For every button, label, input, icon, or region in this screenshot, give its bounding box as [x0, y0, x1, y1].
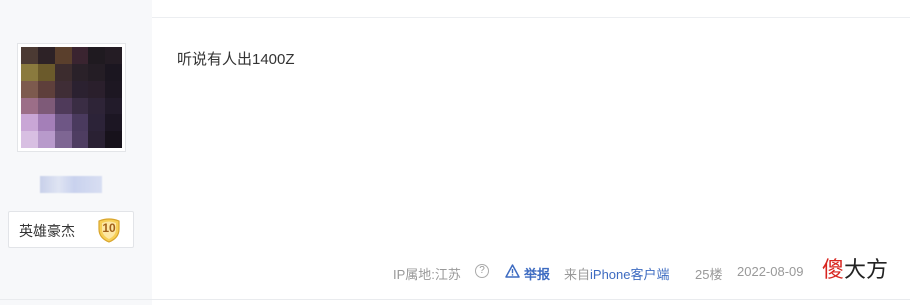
- watermark-part1: 傻: [822, 258, 845, 283]
- avatar-pixel: [71, 131, 89, 148]
- avatar-pixel: [105, 131, 122, 148]
- user-title-badge[interactable]: 英雄豪杰 10: [8, 211, 134, 248]
- avatar-pixel: [54, 63, 72, 81]
- divider-bottom: [0, 299, 910, 300]
- avatar-pixel: [105, 97, 122, 115]
- badge-level: 10: [102, 221, 116, 235]
- warning-icon[interactable]: [505, 264, 520, 278]
- avatar-pixel: [71, 97, 89, 115]
- avatar-pixel: [54, 80, 72, 98]
- watermark: 傻大方: [822, 252, 888, 284]
- avatar-pixel: [37, 97, 55, 115]
- watermark-part2: 大方: [844, 258, 889, 283]
- avatar-pixel: [105, 63, 122, 81]
- help-icon[interactable]: ?: [475, 264, 489, 278]
- client-link[interactable]: iPhone客户端: [590, 267, 669, 282]
- avatar-pixel: [105, 80, 122, 98]
- post-datetime: 2022-08-09: [737, 264, 804, 279]
- avatar-pixel: [37, 63, 55, 81]
- avatar-pixel: [88, 80, 106, 98]
- badge-title: 英雄豪杰: [19, 223, 75, 239]
- avatar-pixel: [105, 47, 122, 64]
- avatar-image: [21, 47, 122, 148]
- avatar-pixel: [37, 47, 55, 64]
- avatar-pixel: [88, 97, 106, 115]
- avatar-pixel: [37, 80, 55, 98]
- avatar-pixel: [71, 63, 89, 81]
- ip-location: IP属地:江苏: [393, 267, 461, 282]
- post-content: 听说有人出1400Z: [177, 51, 295, 68]
- username-blurred[interactable]: [40, 176, 102, 193]
- floor-number: 25楼: [695, 267, 723, 282]
- report-button[interactable]: 举报: [524, 264, 550, 283]
- avatar-pixel: [54, 131, 72, 148]
- avatar-pixel: [88, 63, 106, 81]
- avatar-pixel: [21, 63, 38, 81]
- avatar-pixel: [21, 114, 38, 132]
- avatar[interactable]: [17, 43, 126, 152]
- avatar-pixel: [37, 131, 55, 148]
- avatar-pixel: [71, 80, 89, 98]
- avatar-pixel: [21, 131, 38, 148]
- avatar-pixel: [54, 114, 72, 132]
- avatar-pixel: [71, 47, 89, 64]
- avatar-pixel: [54, 47, 72, 64]
- client-prefix: 来自: [564, 267, 591, 282]
- level-shield-icon: 10: [95, 216, 123, 244]
- avatar-pixel: [88, 47, 106, 64]
- avatar-pixel: [21, 47, 38, 64]
- avatar-pixel: [21, 97, 38, 115]
- avatar-pixel: [71, 114, 89, 132]
- avatar-pixel: [54, 97, 72, 115]
- avatar-pixel: [88, 114, 106, 132]
- avatar-pixel: [105, 114, 122, 132]
- divider-top: [152, 17, 910, 18]
- avatar-pixel: [21, 80, 38, 98]
- avatar-pixel: [37, 114, 55, 132]
- avatar-pixel: [88, 131, 106, 148]
